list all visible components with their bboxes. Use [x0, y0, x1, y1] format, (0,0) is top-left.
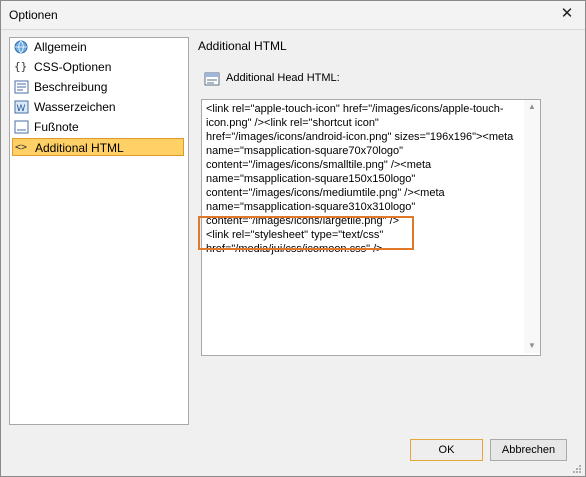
options-dialog: Optionen ✕ Allgemein {} CSS-Optionen Bes… — [0, 0, 586, 477]
resize-grip-icon[interactable] — [572, 463, 582, 473]
ok-button[interactable]: OK — [410, 439, 483, 461]
braces-icon: {} — [14, 60, 28, 73]
watermark-icon: W — [14, 100, 29, 114]
sidebar-item-fussnote[interactable]: Fußnote — [12, 118, 184, 136]
html-header-icon — [204, 71, 220, 87]
svg-text:W: W — [17, 104, 26, 114]
options-nav-panel: Allgemein {} CSS-Optionen Beschreibung W… — [9, 37, 189, 425]
vertical-scrollbar[interactable]: ▲ ▼ — [524, 100, 540, 353]
dialog-title: Optionen — [9, 8, 58, 22]
head-html-label: Additional Head HTML: — [226, 72, 340, 84]
textarea-line: icon.png" /><link rel="shortcut icon" — [206, 117, 379, 129]
textarea-line: content="/images/icons/smalltile.png" />… — [206, 159, 432, 171]
html-code-icon: <> — [15, 142, 28, 153]
textarea-line: href="/images/icons/android-icon.png" si… — [206, 131, 514, 143]
cancel-button[interactable]: Abbrechen — [490, 439, 567, 461]
textarea-line: name="msapplication-square150x150logo" — [206, 173, 416, 185]
textarea-content: <link rel="apple-touch-icon" href="/imag… — [206, 102, 520, 256]
textarea-line: content="/images/icons/mediumtile.png" /… — [206, 187, 445, 199]
textarea-line: content="/images/icons/largetile.png" /> — [206, 215, 400, 227]
textarea-line: <link rel="apple-touch-icon" href="/imag… — [206, 103, 504, 115]
head-html-textarea[interactable]: <link rel="apple-touch-icon" href="/imag… — [201, 99, 541, 356]
sidebar-item-label: CSS-Optionen — [34, 60, 112, 74]
sidebar-item-label: Fußnote — [34, 120, 79, 134]
description-icon — [14, 80, 29, 94]
textarea-line: href="/media/jui/css/icomoon.css" /> — [206, 243, 383, 255]
sidebar-item-css-optionen[interactable]: {} CSS-Optionen — [12, 58, 184, 76]
title-bar: Optionen ✕ — [1, 1, 585, 30]
scroll-up-icon[interactable]: ▲ — [524, 100, 540, 114]
sidebar-item-additional-html[interactable]: <> Additional HTML — [12, 138, 184, 156]
textarea-line: name="msapplication-square310x310logo" — [206, 201, 416, 213]
sidebar-item-label: Wasserzeichen — [34, 100, 116, 114]
sidebar-item-wasserzeichen[interactable]: W Wasserzeichen — [12, 98, 184, 116]
textarea-line: <link rel="stylesheet" type="text/css" — [206, 229, 384, 241]
sidebar-item-label: Additional HTML — [35, 141, 124, 155]
sidebar-item-label: Beschreibung — [34, 80, 108, 94]
section-title: Additional HTML — [198, 39, 287, 53]
globe-icon — [14, 40, 29, 54]
textarea-line: name="msapplication-square70x70logo" — [206, 145, 404, 157]
footnote-icon — [14, 120, 29, 134]
sidebar-item-allgemein[interactable]: Allgemein — [12, 38, 184, 56]
scroll-down-icon[interactable]: ▼ — [524, 339, 540, 353]
close-icon[interactable]: ✕ — [559, 5, 575, 23]
sidebar-item-beschreibung[interactable]: Beschreibung — [12, 78, 184, 96]
sidebar-item-label: Allgemein — [34, 40, 87, 54]
